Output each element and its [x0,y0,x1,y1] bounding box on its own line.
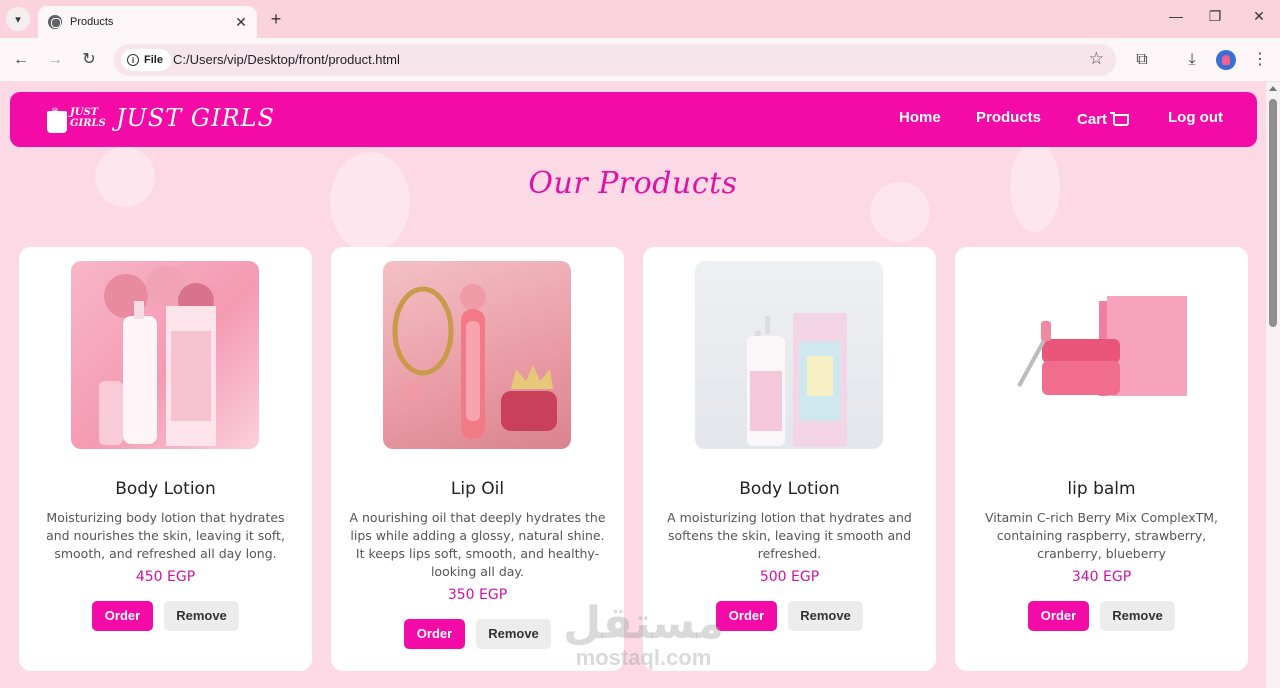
address-bar[interactable]: i File C:/Users/vip/Desktop/front/produc… [114,44,1116,76]
lip-oil-illustration [392,284,557,439]
tab-list-chevron-icon[interactable]: ▾ [6,7,30,31]
remove-button[interactable]: Remove [788,601,863,631]
product-price: 450 EGP [135,569,196,585]
nav-products[interactable]: Products [976,109,1041,126]
page-viewport: ♛ JUSTGIRLS JUST GIRLS Home Products Car… [0,82,1266,688]
nav-cart[interactable]: Cart [1077,111,1130,128]
page-scrollbar[interactable] [1266,82,1280,688]
shopping-bag-icon [47,111,67,133]
back-icon[interactable]: ← [9,48,33,72]
product-description: A moisturizing lotion that hydrates and … [667,510,912,561]
product-description: A nourishing oil that deeply hydrates th… [349,510,606,579]
scroll-up-arrow-icon[interactable] [1269,86,1277,91]
product-price: 340 EGP [1071,569,1132,585]
restore-icon[interactable]: ❐ [1205,8,1225,25]
minimize-icon[interactable]: — [1166,8,1186,24]
watermark: مستقل mostaql.com [563,602,724,670]
product-image [1007,261,1195,449]
product-image [695,261,883,449]
download-icon[interactable]: ⤓ [1180,48,1204,72]
lip-balm-illustration [1017,296,1187,396]
page-title: Our Products [528,166,738,201]
profile-avatar-icon[interactable] [1216,50,1236,70]
remove-button[interactable]: Remove [164,601,239,631]
watermark-latin: mostaql.com [575,645,712,670]
browser-toolbar: ← → ↻ i File C:/Users/vip/Desktop/front/… [0,38,1280,82]
order-button[interactable]: Order [92,601,153,631]
browser-tab-products[interactable]: Products ✕ [38,6,257,38]
nav-cart-label: Cart [1077,111,1108,128]
product-image [71,261,259,449]
order-button[interactable]: Order [1028,601,1089,631]
reload-icon[interactable]: ↻ [77,48,101,72]
browser-tabbar: ▾ Products ✕ + — ❐ ✕ [0,0,1280,38]
product-image [383,261,571,449]
remove-button[interactable]: Remove [1100,601,1175,631]
body-lotion-illustration [747,313,847,447]
menu-kebab-icon[interactable]: ⋮ [1248,48,1272,72]
brand-name[interactable]: JUST GIRLS [116,104,275,132]
url-text[interactable]: C:/Users/vip/Desktop/front/product.html [173,52,400,67]
product-description: Vitamin C-rich Berry Mix ComplexTM, cont… [984,510,1219,561]
bookmark-star-icon[interactable]: ☆ [1089,49,1104,69]
site-navbar: ♛ JUSTGIRLS JUST GIRLS Home Products Car… [10,92,1257,147]
cart-icon [1110,112,1130,126]
product-name: lip balm [1067,479,1136,499]
remove-button[interactable]: Remove [476,619,551,649]
product-card: lip balm Vitamin C-rich Berry Mix Comple… [955,247,1248,671]
order-button[interactable]: Order [404,619,465,649]
product-price: 500 EGP [759,569,820,585]
forward-icon[interactable]: → [43,48,67,72]
nav-logout[interactable]: Log out [1168,109,1223,126]
product-name: Lip Oil [450,479,505,499]
info-icon: i [127,54,139,66]
logo-text: JUST GIRLS [70,107,106,129]
close-window-icon[interactable]: ✕ [1249,8,1269,25]
globe-icon [48,15,62,29]
tab-title: Products [70,16,114,28]
product-name: Body Lotion [739,479,840,499]
site-info-chip[interactable]: i File [121,49,171,71]
body-lotion-illustration [99,266,216,446]
site-chip-label: File [144,54,163,66]
order-button[interactable]: Order [716,601,777,631]
logo[interactable]: ♛ JUSTGIRLS [47,106,106,136]
nav-home[interactable]: Home [899,109,941,126]
extensions-icon[interactable]: ⧉ [1130,48,1154,72]
product-name: Body Lotion [115,479,216,499]
new-tab-icon[interactable]: + [266,9,286,29]
product-description: Moisturizing body lotion that hydrates a… [46,510,285,561]
tab-close-icon[interactable]: ✕ [233,14,249,31]
product-card: Body Lotion Moisturizing body lotion tha… [19,247,312,671]
watermark-arabic: مستقل [563,599,724,648]
scrollbar-thumb[interactable] [1269,99,1277,327]
